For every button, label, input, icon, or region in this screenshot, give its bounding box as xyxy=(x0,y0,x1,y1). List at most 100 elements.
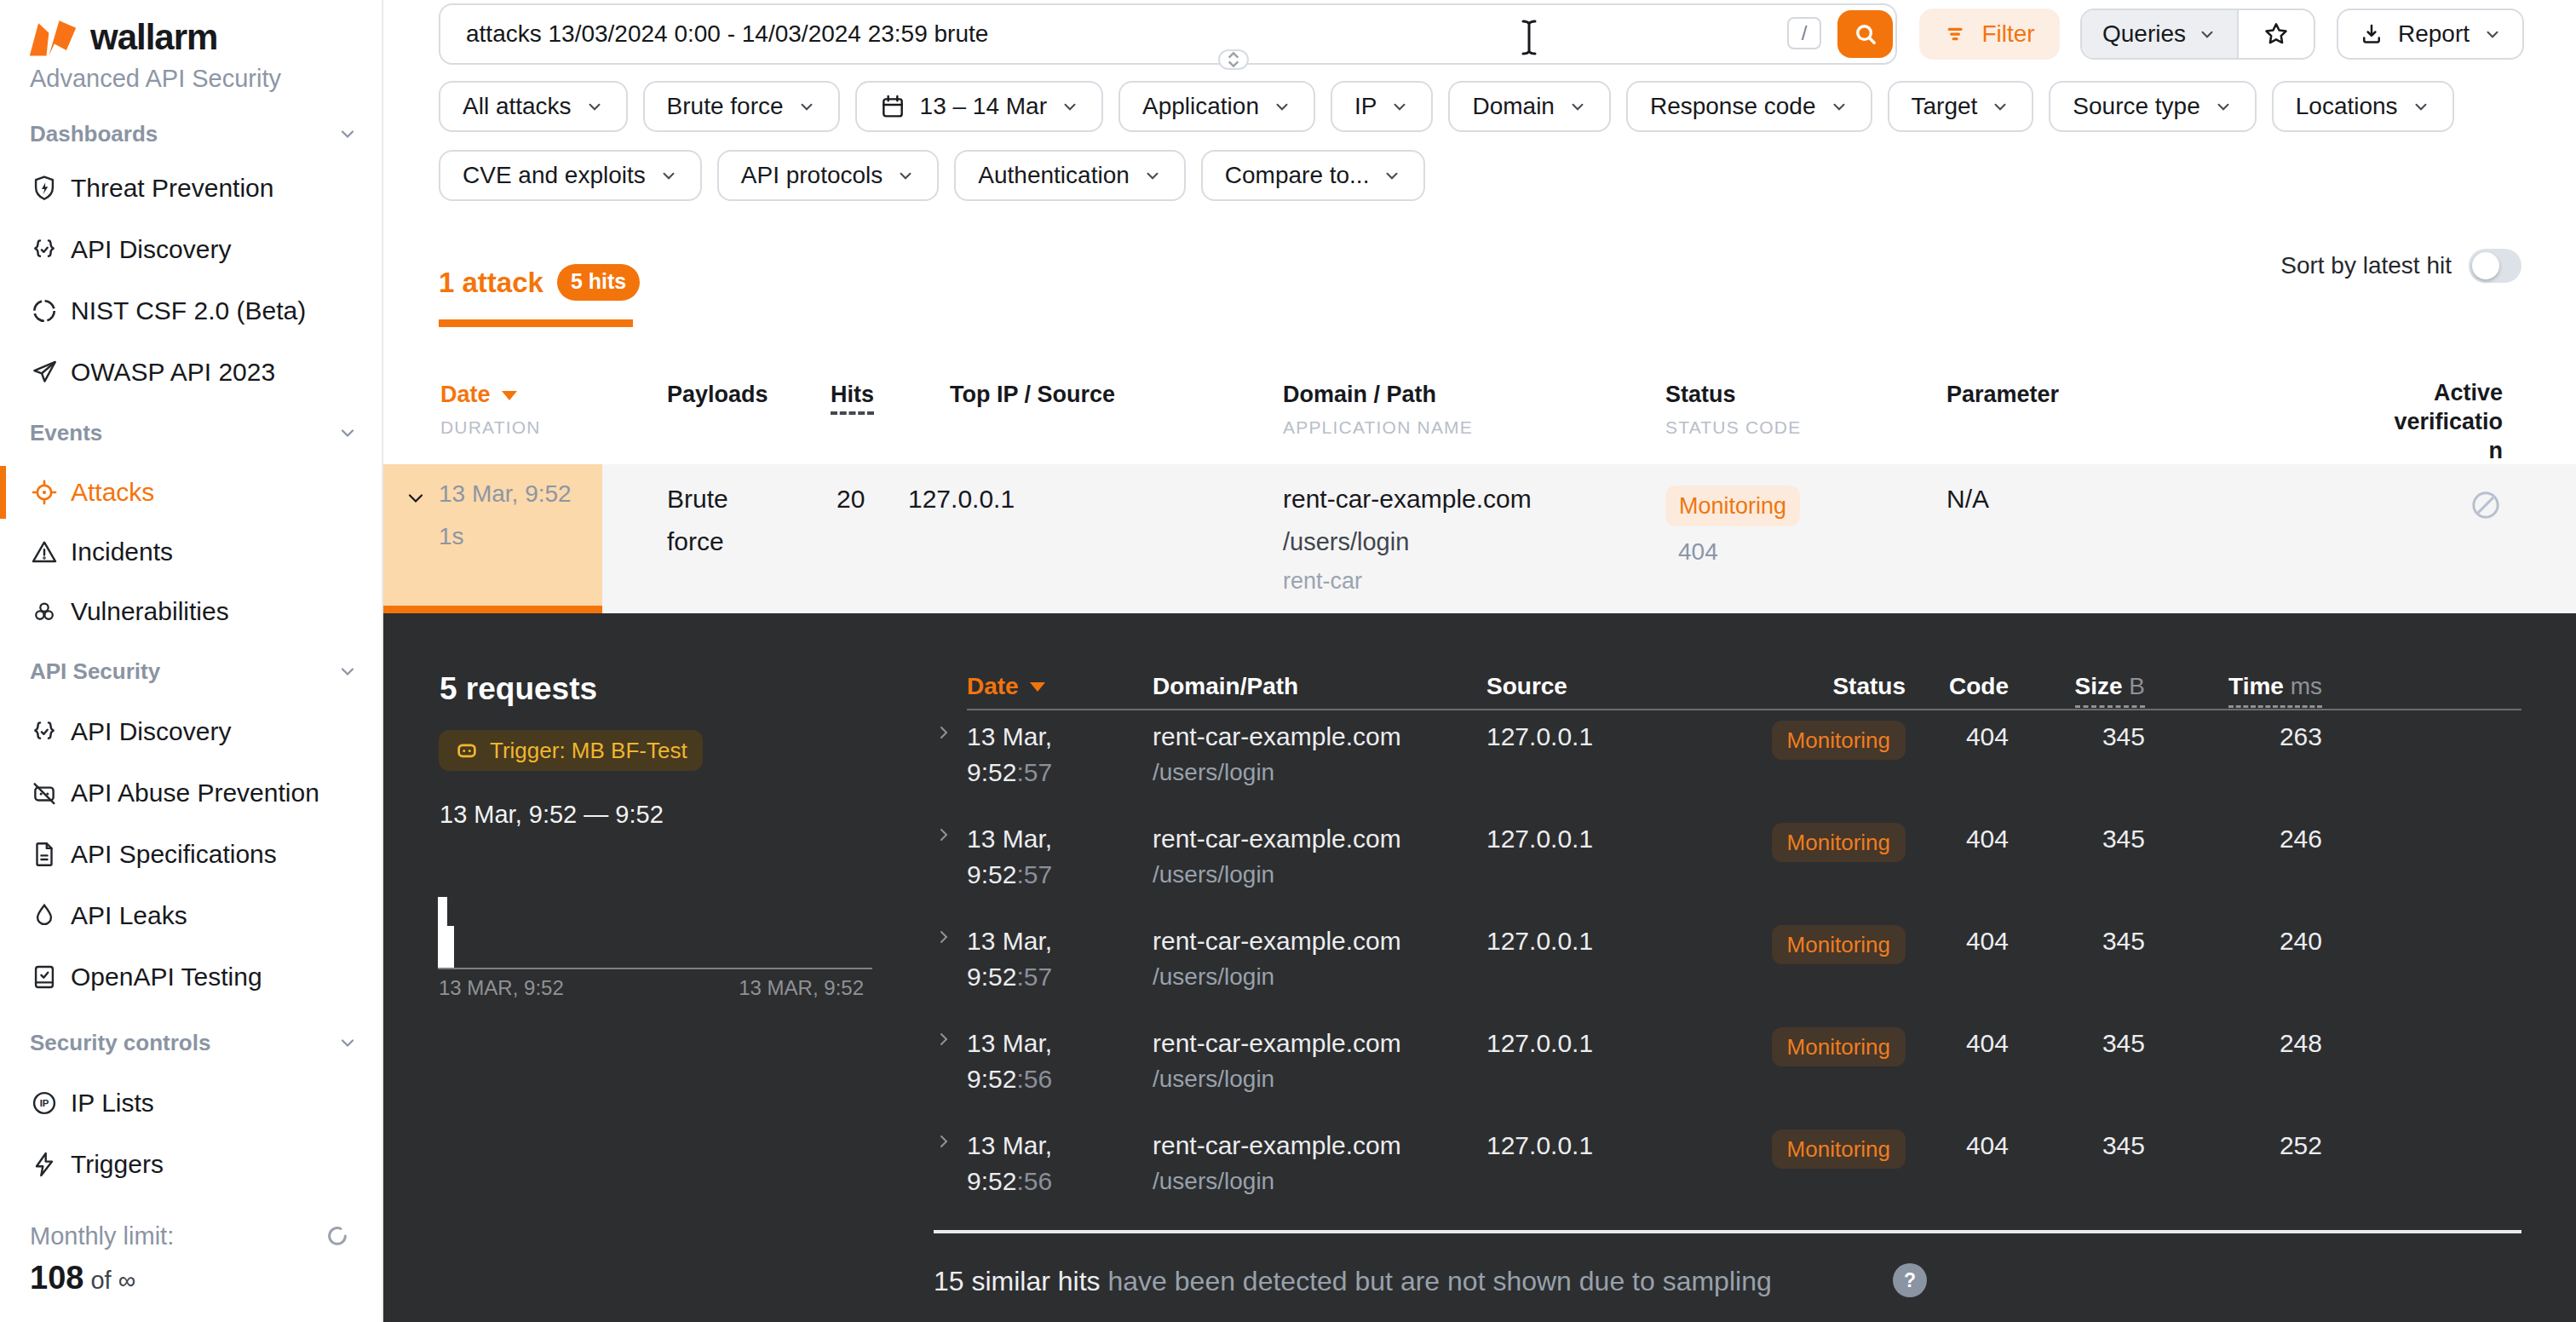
filter-chip-target[interactable]: Target xyxy=(1888,81,2034,132)
collapse-chevron-icon[interactable] xyxy=(405,488,426,509)
sidebar-item-api-abuse-prevention[interactable]: API Abuse Prevention xyxy=(0,762,382,824)
request-date: 13 Mar,9:52:56 xyxy=(967,1128,1052,1199)
sidebar-item-incidents[interactable]: Incidents xyxy=(0,522,382,582)
request-source: 127.0.0.1 xyxy=(1486,719,1593,755)
attack-date: 13 Mar, 9:52 xyxy=(439,473,572,515)
filter-chip-ip[interactable]: IP xyxy=(1331,81,1433,132)
queries-button[interactable]: Queries xyxy=(2082,10,2239,58)
report-button[interactable]: Report xyxy=(2337,9,2524,60)
favorite-star-button[interactable] xyxy=(2239,10,2314,58)
lightning-icon xyxy=(30,1150,59,1179)
request-code: 404 xyxy=(1966,923,2009,959)
request-status-badge: Monitoring xyxy=(1772,721,1906,760)
request-row[interactable]: 13 Mar,9:52:56rent-car-example.com/users… xyxy=(383,1124,2576,1227)
prohibit-icon[interactable] xyxy=(2469,488,2503,522)
sidebar-item-label: IP Lists xyxy=(71,1089,154,1118)
sidebar-item-attacks[interactable]: Attacks xyxy=(0,463,382,522)
sidebar-item-owasp-api[interactable]: OWASP API 2023 xyxy=(0,342,382,403)
filter-chip-13-14-mar[interactable]: 13 – 14 Mar xyxy=(855,81,1103,132)
chevron-down-icon xyxy=(2198,25,2217,43)
req-column-size[interactable]: Size B xyxy=(2075,673,2146,708)
attack-status-badge: Monitoring xyxy=(1665,486,1800,526)
request-path: /users/login xyxy=(1153,1164,1274,1199)
req-column-date[interactable]: Date xyxy=(967,673,1046,700)
filter-chip-label: Brute force xyxy=(667,93,784,120)
chevron-down-icon xyxy=(797,97,816,116)
sidebar-item-openapi-testing[interactable]: OpenAPI Testing xyxy=(0,946,382,1008)
search-button[interactable] xyxy=(1837,10,1893,58)
filter-chip-application[interactable]: Application xyxy=(1118,81,1315,132)
sidebar-section-api-security: API SecurityAPI DiscoveryAPI Abuse Preve… xyxy=(0,641,382,1008)
attack-row[interactable]: 13 Mar, 9:521s Brute force 20 127.0.0.1 … xyxy=(383,464,2576,613)
sidebar-item-label: Incidents xyxy=(71,537,173,566)
attack-application: rent-car xyxy=(1283,560,1362,602)
sidebar-item-api-specifications[interactable]: API Specifications xyxy=(0,824,382,885)
search-expander[interactable] xyxy=(1218,49,1249,70)
sidebar-section-header-events[interactable]: Events xyxy=(0,403,382,463)
column-header-hits[interactable]: Hits xyxy=(831,382,874,415)
filter-chip-response-code[interactable]: Response code xyxy=(1626,81,1872,132)
request-time: 248 xyxy=(2280,1026,2322,1061)
req-column-time[interactable]: Time ms xyxy=(2228,673,2322,708)
sidebar-section-header-api-security[interactable]: API Security xyxy=(0,641,382,701)
sidebar-item-threat-prevention[interactable]: Threat Prevention xyxy=(0,158,382,219)
sidebar-section-security-controls: Security controlsIPIP ListsTriggers xyxy=(0,1013,382,1195)
sidebar-item-api-leaks[interactable]: API Leaks xyxy=(0,885,382,946)
sidebar-section-header-security-controls[interactable]: Security controls xyxy=(0,1013,382,1072)
expand-chevron-icon[interactable] xyxy=(934,1131,954,1152)
sidebar-item-label: API Specifications xyxy=(71,840,277,869)
sidebar-item-vulnerabilities[interactable]: Vulnerabilities xyxy=(0,582,382,641)
request-row[interactable]: 13 Mar,9:52:57rent-car-example.com/users… xyxy=(383,920,2576,1022)
request-row[interactable]: 13 Mar,9:52:57rent-car-example.com/users… xyxy=(383,716,2576,818)
sidebar-item-triggers[interactable]: Triggers xyxy=(0,1134,382,1195)
column-header-date[interactable]: Date xyxy=(440,382,518,408)
sidebar-item-api-discovery-2[interactable]: API Discovery xyxy=(0,701,382,762)
filter-chip-cve-and-exploits[interactable]: CVE and exploits xyxy=(439,150,702,201)
book-check-icon xyxy=(30,963,59,992)
histogram-bar xyxy=(447,926,454,968)
sidebar-item-ip-lists[interactable]: IPIP Lists xyxy=(0,1072,382,1134)
req-column-source: Source xyxy=(1486,673,1567,700)
column-header-parameter: Parameter xyxy=(1946,382,2059,408)
attack-duration: 1s xyxy=(439,515,572,558)
filter-chip-compare-to[interactable]: Compare to... xyxy=(1201,150,1426,201)
filter-chip-api-protocols[interactable]: API protocols xyxy=(717,150,940,201)
chevron-down-icon xyxy=(585,97,604,116)
filter-chip-source-type[interactable]: Source type xyxy=(2049,81,2256,132)
search-input[interactable]: attacks 13/03/2024 0:00 - 14/03/2024 23:… xyxy=(439,3,1897,65)
filter-chip-authentication[interactable]: Authentication xyxy=(954,150,1185,201)
request-row[interactable]: 13 Mar,9:52:56rent-car-example.com/users… xyxy=(383,1022,2576,1124)
filter-chip-brute-force[interactable]: Brute force xyxy=(643,81,840,132)
filter-chip-label: IP xyxy=(1354,93,1377,120)
sidebar-section-header-dashboards[interactable]: Dashboards xyxy=(0,110,382,158)
similar-hits-text: 15 similar hits have been detected but a… xyxy=(934,1266,1772,1297)
expand-chevron-icon[interactable] xyxy=(934,1029,954,1049)
expand-chevron-icon[interactable] xyxy=(934,927,954,947)
filter-chips-row-2: CVE and exploits API protocols Authenticat… xyxy=(439,150,1425,201)
request-detail-panel: 5 requests Trigger: MB BF-Test 13 Mar, 9… xyxy=(383,613,2576,1322)
filter-chip-domain[interactable]: Domain xyxy=(1448,81,1610,132)
sort-toggle[interactable] xyxy=(2469,249,2521,283)
help-button[interactable]: ? xyxy=(1893,1263,1927,1297)
attack-status-code: 404 xyxy=(1678,531,1718,573)
expand-chevron-icon[interactable] xyxy=(934,722,954,743)
main-content: attacks 13/03/2024 0:00 - 14/03/2024 23:… xyxy=(383,0,2576,1322)
filter-chip-all-attacks[interactable]: All attacks xyxy=(439,81,628,132)
filter-button[interactable]: Filter xyxy=(1919,9,2060,60)
column-header-payloads: Payloads xyxy=(667,382,768,408)
req-column-status: Status xyxy=(1832,673,1906,700)
filter-chip-label: Target xyxy=(1912,93,1978,120)
expand-chevron-icon[interactable] xyxy=(934,825,954,845)
sidebar: wallarm Advanced API Security Dashboards… xyxy=(0,0,383,1322)
sidebar-section-events: EventsAttacks Incidents Vulnerabilities xyxy=(0,403,382,641)
filter-chip-locations[interactable]: Locations xyxy=(2272,81,2454,132)
wallarm-logo[interactable]: wallarm xyxy=(27,15,382,60)
attack-top-ip: 127.0.0.1 xyxy=(908,478,1015,520)
request-row[interactable]: 13 Mar,9:52:57rent-car-example.com/users… xyxy=(383,818,2576,920)
chevron-down-icon xyxy=(896,166,915,185)
similar-hits-divider xyxy=(934,1230,2521,1233)
request-code: 404 xyxy=(1966,821,2009,857)
sidebar-item-nist-csf[interactable]: NIST CSF 2.0 (Beta) xyxy=(0,280,382,342)
request-code: 404 xyxy=(1966,1128,2009,1164)
sidebar-item-api-discovery[interactable]: API Discovery xyxy=(0,219,382,280)
